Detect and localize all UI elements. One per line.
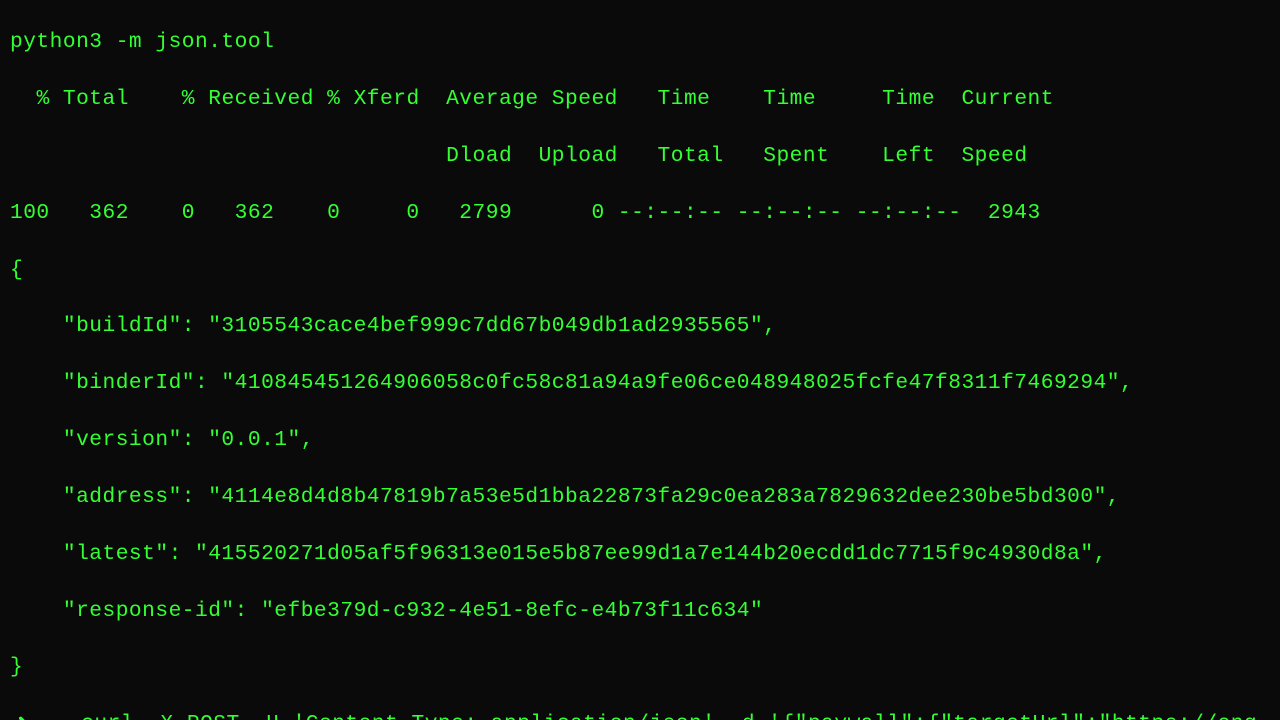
json-binderId: "binderId": "410845451264906058c0fc58c81…: [10, 369, 1270, 397]
terminal-output[interactable]: python3 -m json.tool % Total % Received …: [0, 0, 1280, 720]
json-version: "version": "0.0.1",: [10, 426, 1270, 454]
json-latest: "latest": "415520271d05af5f96313e015e5b8…: [10, 540, 1270, 568]
curl-header-2: Dload Upload Total Spent Left Speed: [10, 142, 1270, 170]
curl-header-1: % Total % Received % Xferd Average Speed…: [10, 85, 1270, 113]
curl-stats-1: 100 362 0 362 0 0 2799 0 --:--:-- --:--:…: [10, 199, 1270, 227]
cmd-tail-line: python3 -m json.tool: [10, 28, 1270, 56]
curl-command-2: curl -X POST -H 'Content-Type: applicati…: [10, 712, 1265, 720]
prompt-arrow-icon: ➜: [10, 712, 28, 720]
json-buildId: "buildId": "3105543cace4bef999c7dd67b049…: [10, 312, 1270, 340]
json-open-1: {: [10, 256, 1270, 284]
json-response-id-1: "response-id": "efbe379d-c932-4e51-8efc-…: [10, 597, 1270, 625]
prompt-line-2: ➜ ~ curl -X POST -H 'Content-Type: appli…: [10, 710, 1270, 720]
json-close-1: }: [10, 653, 1270, 681]
json-address: "address": "4114e8d4d8b47819b7a53e5d1bba…: [10, 483, 1270, 511]
prompt-tilde: ~: [55, 712, 68, 720]
